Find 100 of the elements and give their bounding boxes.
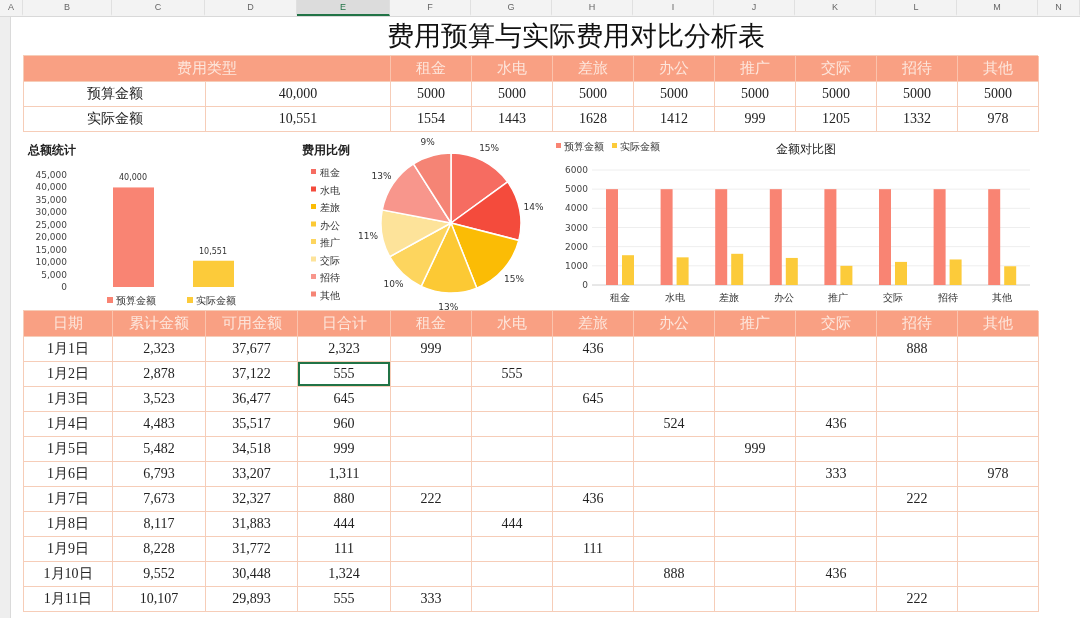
table-cell[interactable]: 222 — [877, 487, 958, 512]
axis-label: 0 — [582, 280, 588, 290]
table-cell[interactable]: 1月6日 — [24, 462, 113, 487]
table-cell[interactable]: 888 — [877, 337, 958, 362]
table-cell[interactable]: 888 — [634, 562, 715, 587]
table-cell[interactable]: 222 — [391, 487, 472, 512]
legend-label: 水电 — [320, 184, 340, 196]
table-cell[interactable]: 333 — [391, 587, 472, 612]
legend-label: 其他 — [320, 289, 340, 301]
bar — [895, 261, 907, 285]
column-letter[interactable]: G — [471, 0, 552, 16]
table-cell[interactable]: 1月3日 — [24, 387, 113, 412]
table-cell[interactable]: 6,793 — [113, 462, 206, 487]
table-cell[interactable]: 1,311 — [298, 462, 391, 487]
data-label: 13% — [438, 301, 459, 310]
table-cell[interactable]: 35,517 — [206, 412, 298, 437]
table-cell[interactable]: 555 — [298, 587, 391, 612]
table-cell[interactable]: 29,893 — [206, 587, 298, 612]
table-cell[interactable]: 5,482 — [113, 437, 206, 462]
column-letter[interactable]: L — [876, 0, 957, 16]
data-label: 15% — [504, 273, 524, 284]
column-letter[interactable]: A — [0, 0, 23, 16]
column-letter[interactable]: K — [795, 0, 876, 16]
legend-swatch — [311, 221, 316, 227]
table-cell[interactable]: 2,323 — [113, 337, 206, 362]
table-cell[interactable]: 978 — [958, 462, 1039, 487]
table-cell[interactable]: 555 — [298, 362, 391, 387]
table-cell[interactable]: 33,207 — [206, 462, 298, 487]
table-cell[interactable]: 1月5日 — [24, 437, 113, 462]
table-cell[interactable]: 645 — [298, 387, 391, 412]
table-cell[interactable]: 37,122 — [206, 362, 298, 387]
table-cell[interactable]: 333 — [796, 462, 877, 487]
column-letter[interactable]: E — [297, 0, 390, 16]
table-cell[interactable]: 10,107 — [113, 587, 206, 612]
legend-label: 租金 — [320, 167, 340, 178]
column-letter[interactable]: H — [552, 0, 633, 16]
table-cell: 1554 — [391, 107, 472, 132]
table-cell[interactable]: 32,327 — [206, 487, 298, 512]
axis-label: 40,000 — [35, 182, 67, 193]
table-cell[interactable]: 436 — [553, 487, 634, 512]
table-cell[interactable]: 1月10日 — [24, 562, 113, 587]
column-letter[interactable]: J — [714, 0, 795, 16]
column-letter[interactable]: I — [633, 0, 714, 16]
table-cell[interactable]: 1月9日 — [24, 537, 113, 562]
column-letter[interactable]: B — [23, 0, 112, 16]
axis-label: 招待 — [937, 292, 958, 303]
axis-label: 20,000 — [35, 232, 67, 243]
table-cell: 40,000 — [206, 82, 391, 107]
axis-label: 3000 — [565, 222, 588, 233]
table-cell[interactable]: 222 — [877, 587, 958, 612]
table-cell[interactable]: 444 — [298, 512, 391, 537]
column-letter[interactable]: F — [390, 0, 471, 16]
table-cell[interactable]: 999 — [391, 337, 472, 362]
column-letter[interactable]: N — [1038, 0, 1080, 16]
data-label: 9% — [420, 137, 435, 148]
table-cell[interactable]: 960 — [298, 412, 391, 437]
table-cell[interactable]: 30,448 — [206, 562, 298, 587]
table-cell[interactable]: 645 — [553, 387, 634, 412]
table-cell[interactable]: 1,324 — [298, 562, 391, 587]
table-cell: 5000 — [391, 82, 472, 107]
table-cell[interactable]: 2,323 — [298, 337, 391, 362]
table-cell[interactable]: 31,883 — [206, 512, 298, 537]
column-letter[interactable]: M — [957, 0, 1038, 16]
table-cell[interactable]: 37,677 — [206, 337, 298, 362]
column-letter[interactable]: C — [112, 0, 205, 16]
table-cell[interactable]: 436 — [796, 412, 877, 437]
table-cell[interactable]: 36,477 — [206, 387, 298, 412]
table-cell[interactable]: 444 — [472, 512, 553, 537]
table-cell[interactable]: 31,772 — [206, 537, 298, 562]
table-cell[interactable]: 436 — [796, 562, 877, 587]
chart-title: 费用比例 — [302, 143, 350, 157]
table-cell[interactable]: 1月8日 — [24, 512, 113, 537]
table-cell[interactable]: 436 — [553, 337, 634, 362]
column-header: 水电 — [472, 56, 553, 82]
table-cell[interactable]: 1月11日 — [24, 587, 113, 612]
table-cell[interactable]: 4,483 — [113, 412, 206, 437]
table-cell[interactable]: 524 — [634, 412, 715, 437]
table-cell[interactable]: 9,552 — [113, 562, 206, 587]
table-cell[interactable]: 999 — [298, 437, 391, 462]
table-cell[interactable]: 3,523 — [113, 387, 206, 412]
table-cell[interactable]: 555 — [472, 362, 553, 387]
table-cell[interactable]: 999 — [715, 437, 796, 462]
table-cell[interactable]: 880 — [298, 487, 391, 512]
table-cell[interactable]: 1月7日 — [24, 487, 113, 512]
table-cell: 实际金额 — [24, 107, 206, 132]
table-cell[interactable]: 8,117 — [113, 512, 206, 537]
legend-swatch — [311, 239, 316, 244]
table-cell[interactable]: 1月4日 — [24, 412, 113, 437]
table-cell[interactable]: 111 — [298, 537, 391, 562]
table-cell[interactable]: 2,878 — [113, 362, 206, 387]
table-cell[interactable]: 1月1日 — [24, 337, 113, 362]
table-cell[interactable]: 8,228 — [113, 537, 206, 562]
legend-swatch — [311, 291, 316, 297]
table-cell[interactable]: 7,673 — [113, 487, 206, 512]
table-cell[interactable]: 111 — [553, 537, 634, 562]
column-header: 累计金额 — [113, 311, 206, 337]
table-cell[interactable]: 34,518 — [206, 437, 298, 462]
column-header: 可用金额 — [206, 311, 298, 337]
axis-label: 0 — [61, 282, 67, 292]
table-cell[interactable]: 1月2日 — [24, 362, 113, 387]
